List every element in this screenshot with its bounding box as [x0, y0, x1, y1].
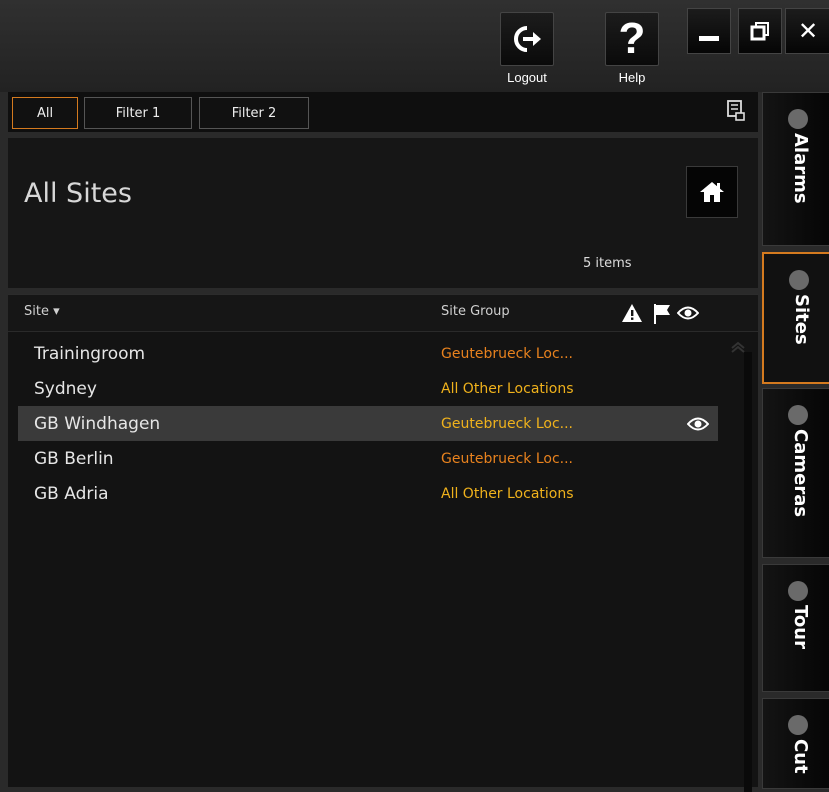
home-icon: [700, 182, 724, 202]
tab-cut[interactable]: Cut: [762, 698, 829, 789]
filter-bar: All Filter 1 Filter 2: [8, 92, 758, 132]
list-item-selected[interactable]: GB Windhagen Geutebrueck Loc...: [18, 406, 718, 441]
help-icon: ?: [605, 12, 659, 66]
site-name: GB Windhagen: [34, 413, 161, 434]
tab-cameras[interactable]: Cameras: [762, 388, 829, 558]
filter-2-button[interactable]: Filter 2: [199, 97, 309, 129]
site-group: Geutebrueck Loc...: [441, 450, 573, 467]
tab-alarms[interactable]: Alarms: [762, 92, 829, 246]
filter-all-button[interactable]: All: [12, 97, 78, 129]
list-item[interactable]: Trainingroom Geutebrueck Loc...: [18, 336, 718, 371]
warning-icon[interactable]: [621, 303, 643, 327]
site-group: Geutebrueck Loc...: [441, 415, 573, 432]
restore-icon: [750, 22, 769, 41]
help-label: Help: [618, 70, 646, 85]
page-title: All Sites: [24, 178, 132, 209]
scrollbar[interactable]: [744, 352, 752, 792]
site-name: Trainingroom: [34, 343, 146, 364]
list-item[interactable]: Sydney All Other Locations: [18, 371, 718, 406]
tab-label: Tour: [790, 605, 811, 649]
tab-sites[interactable]: Sites: [762, 252, 829, 384]
tab-label: Alarms: [790, 133, 811, 204]
logout-button[interactable]: Logout: [500, 12, 554, 85]
page-header: All Sites 5 items: [8, 138, 758, 288]
column-site-header[interactable]: Site ▾: [24, 304, 60, 319]
filter-edit-icon[interactable]: [726, 100, 746, 126]
eye-icon[interactable]: [686, 416, 710, 436]
column-header-row: Site ▾ Site Group: [8, 294, 758, 331]
status-dot-icon: [788, 405, 808, 425]
column-site-group-header[interactable]: Site Group: [441, 304, 510, 319]
close-button[interactable]: ✕: [785, 8, 829, 54]
site-group: All Other Locations: [441, 380, 574, 397]
site-group: All Other Locations: [441, 485, 574, 502]
filter-1-button[interactable]: Filter 1: [84, 97, 192, 129]
title-bar: Logout ? Help ✕: [0, 0, 829, 92]
list-item[interactable]: GB Adria All Other Locations: [18, 476, 718, 511]
close-icon: ✕: [797, 17, 819, 45]
site-name: GB Berlin: [34, 448, 114, 469]
minimize-button[interactable]: [687, 8, 731, 54]
site-name: Sydney: [34, 378, 97, 399]
site-group: Geutebrueck Loc...: [441, 345, 573, 362]
item-count: 5 items: [583, 256, 632, 271]
list-item[interactable]: GB Berlin Geutebrueck Loc...: [18, 441, 718, 476]
minimize-icon: [699, 35, 719, 41]
maximize-button[interactable]: [738, 8, 782, 54]
flag-icon[interactable]: [653, 303, 671, 329]
sites-list: Trainingroom Geutebrueck Loc... Sydney A…: [8, 332, 758, 792]
status-dot-icon: [788, 109, 808, 129]
eye-icon[interactable]: [676, 305, 700, 325]
status-dot-icon: [788, 715, 808, 735]
home-button[interactable]: [686, 166, 738, 218]
tab-label: Sites: [791, 294, 812, 345]
tab-label: Cameras: [790, 429, 811, 518]
tab-tour[interactable]: Tour: [762, 564, 829, 692]
status-dot-icon: [788, 581, 808, 601]
logout-label: Logout: [507, 70, 547, 85]
tab-label: Cut: [790, 739, 811, 774]
site-name: GB Adria: [34, 483, 109, 504]
logout-icon: [500, 12, 554, 66]
help-button[interactable]: ? Help: [605, 12, 659, 85]
status-dot-icon: [789, 270, 809, 290]
